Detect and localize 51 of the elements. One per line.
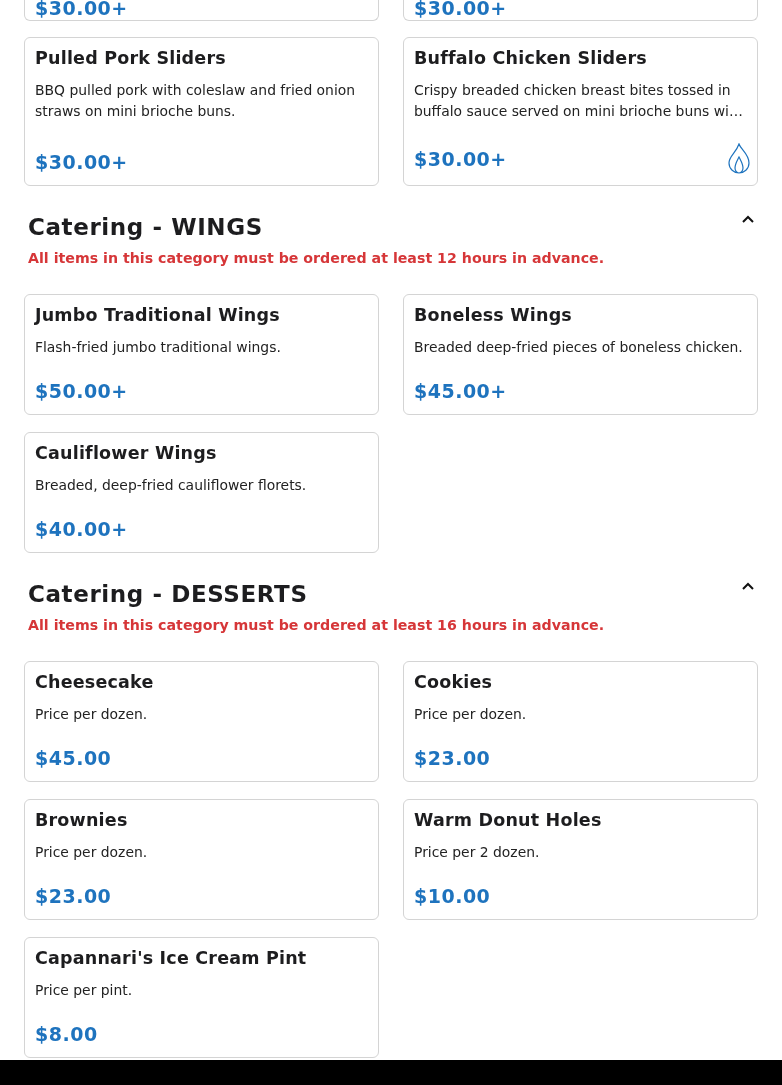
item-price: $23.00 [35,884,112,908]
item-price: $30.00+ [35,0,129,20]
menu-item-card[interactable]: $30.00+ [24,0,379,21]
item-description: BBQ pulled pork with coleslaw and fried onion straws on mini brioche buns. [35,81,357,121]
menu-item-card[interactable]: Boneless Wings Breaded deep-fried pieces of boneless chicken. $45.00+ [403,294,758,415]
menu-item-card[interactable]: Cookies Price per dozen. $23.00 [403,661,758,782]
flame-icon [727,143,751,174]
item-price: $30.00+ [414,146,507,171]
item-price: $50.00+ [35,379,128,403]
item-description: Breaded deep-fried pieces of boneless chicken. [414,338,744,357]
collapse-icon[interactable] [741,581,755,591]
menu-item-card[interactable]: Brownies Price per dozen. $23.00 [24,799,379,920]
item-price: $8.00 [35,1022,98,1046]
item-description: Price per pint. [35,981,134,1000]
item-description: Price per dozen. [35,843,149,862]
menu-item-card[interactable]: Jumbo Traditional Wings Flash-fried jumbo traditional wings. $50.00+ [24,294,379,415]
advance-order-notice: All items in this category must be ordered at least 12 hours in advance. [28,249,606,268]
item-name: Buffalo Chicken Sliders [414,47,648,70]
item-price: $30.00+ [414,0,508,20]
item-name: Cauliflower Wings [35,442,218,465]
item-description: Crispy breaded chicken breast bites tossed in buffalo sauce served on mini brioche buns wi… [414,81,744,121]
menu-item-card[interactable]: $30.00+ [403,0,758,21]
item-price: $10.00 [414,884,491,908]
item-name: Cheesecake [35,671,155,694]
item-price: $45.00+ [414,379,507,403]
item-description: Breaded, deep-fried cauliflower florets. [35,476,308,495]
item-description: Price per 2 dozen. [414,843,541,862]
item-name: Brownies [35,809,129,832]
item-description: Price per dozen. [35,705,149,724]
advance-order-notice: All items in this category must be ordered at least 16 hours in advance. [28,616,606,635]
item-price: $30.00+ [35,150,128,174]
item-price: $23.00 [414,746,491,770]
menu-item-card[interactable]: Pulled Pork Sliders BBQ pulled pork with coleslaw and fried onion straws on mini brioche buns. $30.00+ [24,37,379,186]
item-name: Capannari's Ice Cream Pint [35,947,308,970]
menu-item-card[interactable]: Cauliflower Wings Breaded, deep-fried cauliflower florets. $40.00+ [24,432,379,553]
item-name: Warm Donut Holes [414,809,603,832]
item-price: $40.00+ [35,517,128,541]
item-name: Jumbo Traditional Wings [35,304,281,327]
item-name: Pulled Pork Sliders [35,47,227,70]
menu-item-card[interactable]: Buffalo Chicken Sliders Crispy breaded chicken breast bites tossed in buffalo sauce served on mini brioche buns wi… $30.00+ [403,37,758,186]
menu-item-card[interactable]: Cheesecake Price per dozen. $45.00 [24,661,379,782]
collapse-icon[interactable] [741,214,755,224]
item-description: Price per dozen. [414,705,528,724]
menu-item-card[interactable]: Warm Donut Holes Price per 2 dozen. $10.00 [403,799,758,920]
item-name: Boneless Wings [414,304,573,327]
item-price: $45.00 [35,746,112,770]
section-heading: Catering - DESSERTS [28,580,308,609]
menu-item-card[interactable]: Capannari's Ice Cream Pint Price per pint. $8.00 [24,937,379,1058]
item-description: Flash-fried jumbo traditional wings. [35,338,282,357]
item-name: Cookies [414,671,494,694]
section-heading: Catering - WINGS [28,213,263,242]
